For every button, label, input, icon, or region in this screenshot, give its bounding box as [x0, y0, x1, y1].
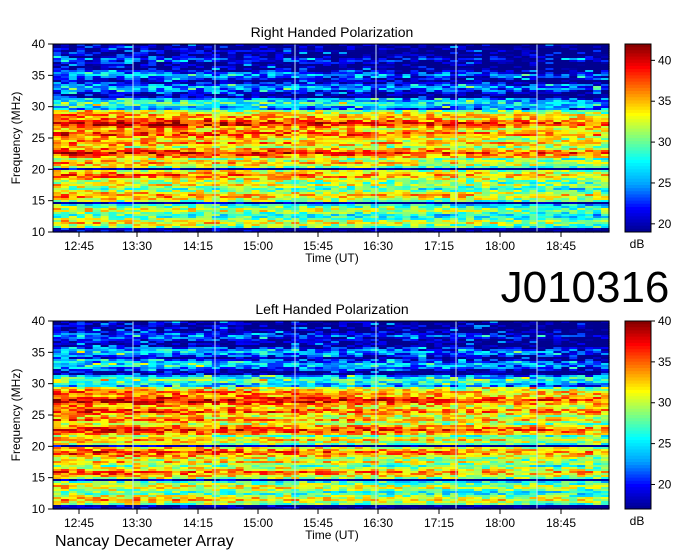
spectrogram-figure: Right Handed Polarization 12:45 13:30 14:1… [9, 24, 672, 550]
panel-title: Right Handed Polarization [251, 24, 414, 40]
spectrogram-heatmap [53, 44, 610, 233]
right-polarization-panel: Right Handed Polarization 12:45 13:30 14:1… [9, 24, 672, 265]
